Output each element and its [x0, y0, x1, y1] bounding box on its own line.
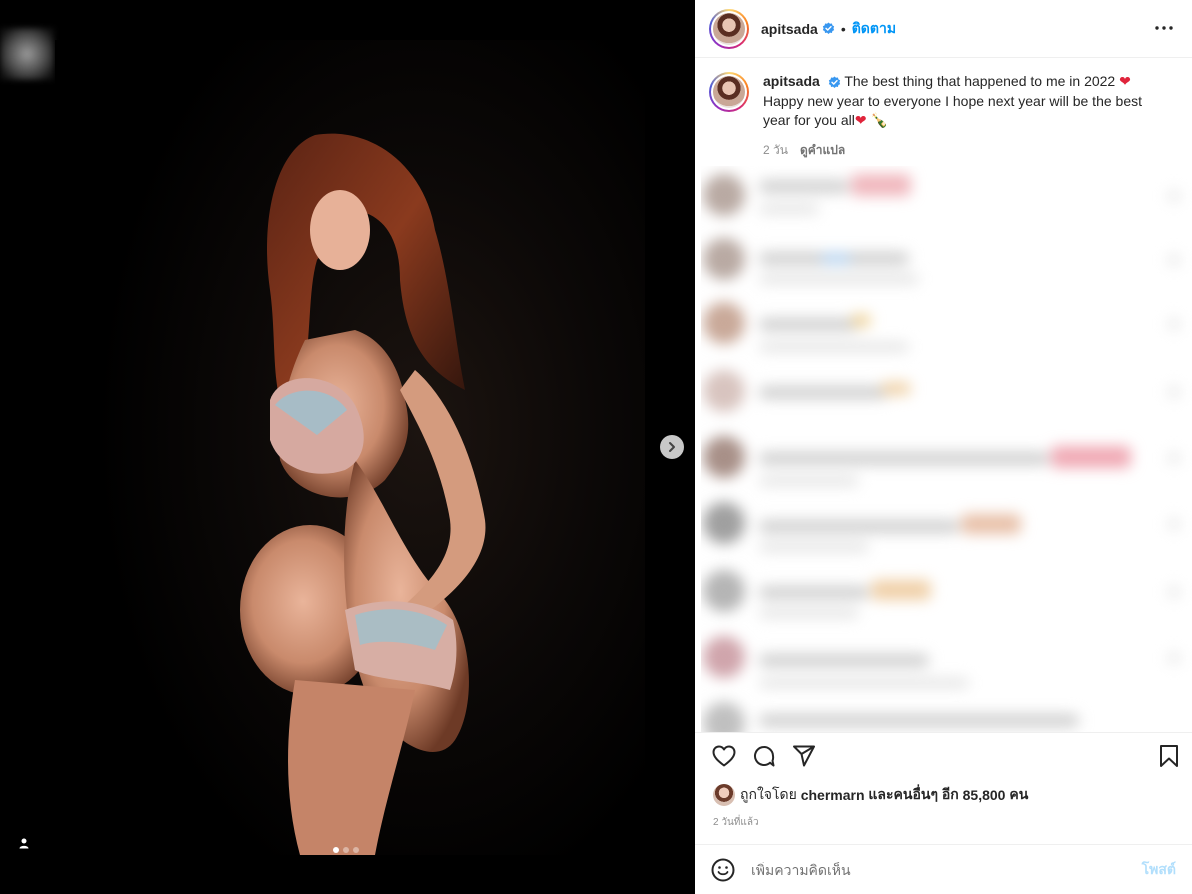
user-tag-icon: [19, 838, 29, 849]
save-button[interactable]: [1156, 743, 1182, 769]
see-translation-link[interactable]: ดูคำแปล: [800, 141, 845, 161]
slide-dot: [343, 847, 349, 853]
photo-figure: [240, 133, 486, 855]
comment-item: [701, 628, 1192, 688]
likes-suffix: คน: [1009, 786, 1029, 802]
slide-dot: [353, 847, 359, 853]
avatar[interactable]: [709, 8, 749, 49]
share-button[interactable]: [791, 743, 817, 769]
liker-avatar[interactable]: [713, 784, 735, 806]
caption-text: apitsada The best thing that happened to…: [763, 72, 1163, 131]
slide-indicator: [333, 847, 359, 853]
smiley-icon: [711, 858, 735, 881]
caption-line-2: Happy new year to everyone I hope next y…: [763, 92, 1142, 109]
post-actions-bar: [695, 732, 1192, 776]
separator-dot: •: [840, 20, 846, 37]
post-timestamp[interactable]: 2 วันที่แล้ว: [713, 815, 759, 830]
comment-item: [701, 494, 1192, 554]
like-button[interactable]: [711, 743, 737, 769]
post-header: apitsada • ติดตาม: [695, 0, 1192, 58]
post-sidebar: apitsada • ติดตาม apitsada The best thin…: [695, 0, 1192, 894]
comment-item: [701, 166, 1192, 226]
more-options-button[interactable]: [1152, 18, 1176, 38]
comment-item: [701, 362, 1192, 422]
emoji-button[interactable]: [711, 858, 735, 882]
post-media: [0, 0, 695, 894]
verified-badge-icon: [828, 76, 841, 89]
liker-username[interactable]: chermarn: [801, 787, 865, 803]
add-comment-bar: โพสต์: [695, 844, 1192, 894]
follow-button[interactable]: ติดตาม: [852, 18, 896, 40]
comment-input[interactable]: [751, 861, 1142, 878]
chevron-right-icon: [669, 442, 675, 452]
comment-button[interactable]: [751, 743, 777, 769]
comment-item: [701, 230, 1192, 290]
caption-line-3: year for you all: [763, 112, 855, 128]
caption-meta: 2 วัน ดูคำแปล: [763, 141, 1163, 161]
post-caption: apitsada The best thing that happened to…: [709, 72, 1179, 160]
blurred-overlay: [0, 28, 54, 80]
tagged-users-button[interactable]: [14, 833, 34, 853]
comment-item: [701, 428, 1192, 488]
heart-icon: [712, 745, 736, 767]
comment-item: [701, 694, 1192, 732]
post-comment-button[interactable]: โพสต์: [1142, 859, 1176, 881]
header-username[interactable]: apitsada: [761, 21, 818, 37]
next-slide-button[interactable]: [660, 435, 684, 459]
share-icon: [793, 745, 815, 767]
bookmark-icon: [1160, 745, 1178, 767]
comment-item: [701, 562, 1192, 622]
post-photo: [55, 40, 645, 855]
caption-username[interactable]: apitsada: [763, 73, 820, 89]
caption-body: apitsada The best thing that happened to…: [763, 72, 1163, 160]
comments-list[interactable]: [701, 166, 1192, 732]
more-horizontal-icon: [1155, 26, 1173, 30]
likes-count[interactable]: 85,800: [963, 787, 1006, 803]
slide-dot: [333, 847, 339, 853]
comment-icon: [754, 746, 775, 767]
likes-prefix: ถูกใจโดย: [740, 786, 797, 802]
likes-summary: ถูกใจโดย chermarn และคนอื่นๆ อีก 85,800 …: [713, 784, 1028, 806]
champagne-emoji: 🍾: [870, 112, 888, 128]
verified-badge-icon: [822, 22, 835, 35]
caption-avatar[interactable]: [709, 72, 749, 112]
heart-emoji: ❤: [854, 112, 867, 128]
comment-item: [701, 294, 1192, 354]
caption-line-1: The best thing that happened to me in 20…: [844, 73, 1116, 89]
likes-middle[interactable]: และคนอื่นๆ อีก: [868, 784, 958, 806]
heart-emoji: ❤: [1119, 73, 1131, 89]
caption-age[interactable]: 2 วัน: [763, 141, 788, 161]
